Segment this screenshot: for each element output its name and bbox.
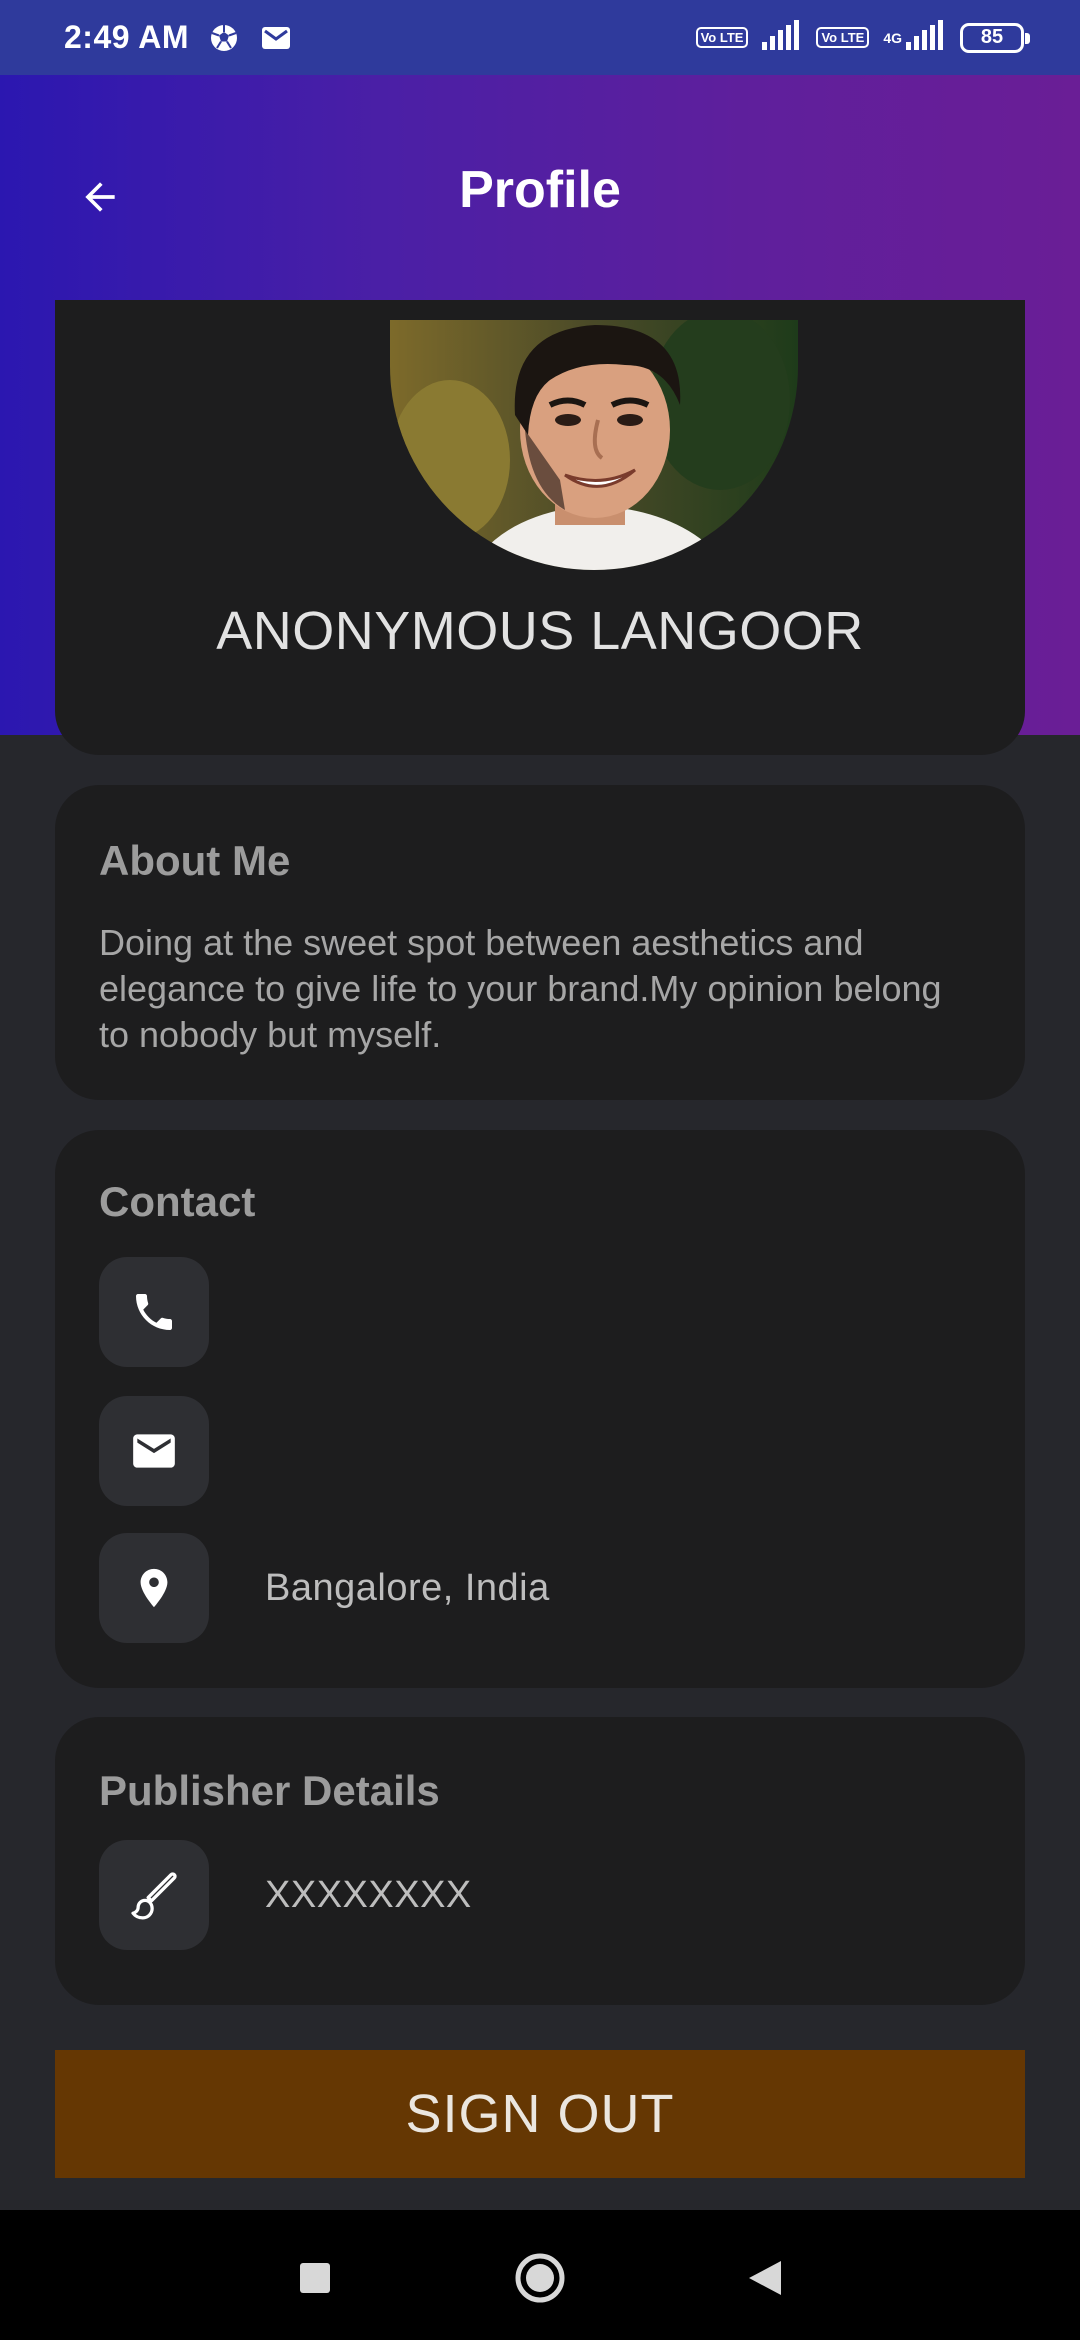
email-icon bbox=[133, 1434, 175, 1468]
network-type-label: 4G bbox=[883, 30, 902, 46]
contact-title: Contact bbox=[99, 1178, 256, 1225]
contact-location-text: Bangalore, India bbox=[265, 1566, 550, 1609]
about-card: About Me Doing at the sweet spot between… bbox=[55, 785, 1025, 1100]
signal-icon-sim2 bbox=[906, 20, 946, 55]
paint-brush-icon bbox=[131, 1872, 177, 1920]
publisher-value: XXXXXXXX bbox=[265, 1873, 472, 1916]
profile-name: ANONYMOUS LANGOOR bbox=[216, 601, 864, 661]
publisher-card: Publisher Details XXXXXXXX bbox=[55, 1717, 1025, 2005]
mail-notification-icon bbox=[259, 21, 293, 55]
about-text: Doing at the sweet spot between aestheti… bbox=[99, 922, 942, 1055]
triangle-back-icon bbox=[749, 2261, 781, 2295]
publisher-row[interactable]: XXXXXXXX bbox=[99, 1840, 981, 1950]
contact-phone-row[interactable] bbox=[99, 1257, 981, 1367]
phone-icon-tile[interactable] bbox=[99, 1257, 209, 1367]
status-bar: 2:49 AM Vo LTE Vo LTE 4G 85 bbox=[0, 0, 1080, 75]
battery-indicator: 85 bbox=[960, 22, 1030, 53]
publisher-title: Publisher Details bbox=[99, 1767, 440, 1814]
home-button[interactable] bbox=[510, 2248, 570, 2308]
profile-card: ANONYMOUS LANGOOR bbox=[55, 300, 1025, 755]
about-title: About Me bbox=[99, 837, 291, 884]
app-bar: Profile bbox=[0, 75, 1080, 305]
system-nav-bar bbox=[0, 2210, 1080, 2340]
brush-icon-tile[interactable] bbox=[99, 1840, 209, 1950]
recents-button[interactable] bbox=[285, 2248, 345, 2308]
avatar[interactable] bbox=[390, 320, 798, 570]
volte-badge-sim2: Vo LTE bbox=[816, 27, 870, 48]
circle-home-icon bbox=[515, 2253, 565, 2303]
signal-icon-sim1 bbox=[762, 20, 802, 55]
volte-badge-sim1: Vo LTE bbox=[695, 27, 749, 48]
location-icon-tile[interactable] bbox=[99, 1533, 209, 1643]
page-title: Profile bbox=[459, 161, 621, 219]
contact-email-row[interactable] bbox=[99, 1396, 981, 1506]
phone-icon bbox=[136, 1294, 172, 1330]
square-icon bbox=[300, 2263, 330, 2293]
email-icon-tile[interactable] bbox=[99, 1396, 209, 1506]
location-pin-icon bbox=[140, 1568, 168, 1608]
contact-card: Contact Bangalore, India bbox=[55, 1130, 1025, 1688]
contact-location-row[interactable]: Bangalore, India bbox=[99, 1533, 981, 1643]
soccer-ball-icon bbox=[207, 21, 241, 55]
back-nav-button[interactable] bbox=[735, 2248, 795, 2308]
status-time: 2:49 AM bbox=[64, 19, 190, 55]
sign-out-button[interactable]: SIGN OUT bbox=[55, 2050, 1025, 2178]
